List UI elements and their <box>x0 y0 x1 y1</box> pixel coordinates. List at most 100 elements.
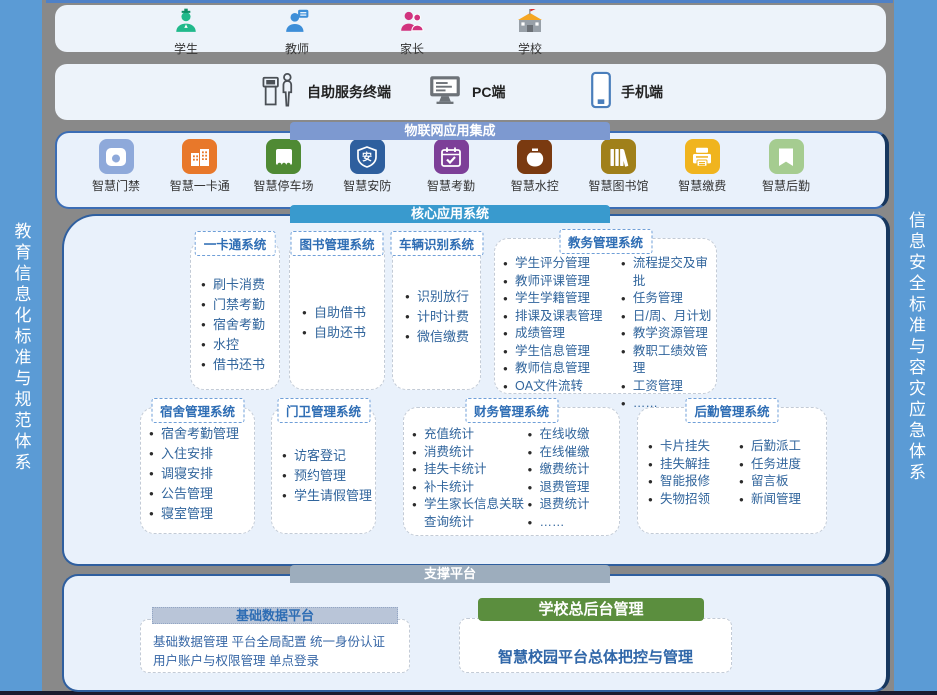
user-item-label: 家长 <box>400 40 424 57</box>
system-item: ●工资管理 <box>621 378 716 396</box>
student-icon <box>173 8 199 39</box>
terminal-item-mobile: 手机端 <box>590 64 663 120</box>
svg-text:安: 安 <box>362 150 372 163</box>
system-item: ●访客登记 <box>282 446 375 466</box>
bullet-icon: ● <box>648 438 660 456</box>
iot-item-label: 智慧水控 <box>511 177 559 194</box>
school-icon <box>516 8 544 39</box>
bullet-icon: ● <box>149 464 161 484</box>
library-icon <box>601 139 636 174</box>
bullet-icon: ● <box>412 461 424 479</box>
security-icon: 安 <box>350 139 385 174</box>
bullet-icon: ● <box>201 355 213 375</box>
bullet-icon: ● <box>621 325 633 343</box>
system-item: ●新闻管理 <box>739 491 826 509</box>
system-box-one-card: 一卡通系统 ●刷卡消费●门禁考勤●宿舍考勤●水控●借书还书 <box>190 240 280 390</box>
smart-campus-architecture-diagram: 教育信息化标准与规范体系 信息安全标准与容灾应急体系 学生 教师 家长 <box>0 0 937 695</box>
system-item: ●寝室管理 <box>149 504 254 524</box>
bullet-icon: ● <box>527 514 539 532</box>
system-item-list: ●在线收缴●在线催缴●缴费统计●退费管理●退费统计●…… <box>527 426 619 531</box>
iot-item-library: 智慧图书馆 <box>584 139 654 194</box>
bullet-icon: ● <box>503 378 515 396</box>
system-item: ●宿舍考勤管理 <box>149 424 254 444</box>
system-box-title: 车辆识别系统 <box>390 231 483 256</box>
system-item: ●学生请假管理 <box>282 486 375 506</box>
iot-item-water: 智慧水控 <box>500 139 570 194</box>
system-box-title: 教务管理系统 <box>559 229 652 254</box>
system-box-logistics: 后勤管理系统 ●卡片挂失●挂失解挂●智能报修●失物招领 ●后勤派工●任务进度●留… <box>637 407 827 534</box>
bullet-icon: ● <box>405 287 417 307</box>
iot-item-parking: 智慧停车场 <box>249 139 319 194</box>
kiosk-icon <box>260 70 298 115</box>
iot-item-label: 智慧考勤 <box>427 177 475 194</box>
system-item-list: ●充值统计●消费统计●挂失卡统计●补卡统计●学生家长信息关联查询统计 <box>412 426 527 531</box>
terminals-panel: 自助服务终端 PC端 手机端 <box>55 64 886 120</box>
system-item: ●宿舍考勤 <box>201 315 279 335</box>
bullet-icon: ● <box>503 273 515 291</box>
iot-item-row: 智慧门禁 智慧一卡通 智慧停车场 安 智慧安防 智慧考勤 <box>57 139 883 194</box>
system-item: ●调寝安排 <box>149 464 254 484</box>
system-columns: ●卡片挂失●挂失解挂●智能报修●失物招领 ●后勤派工●任务进度●留言板●新闻管理 <box>638 408 826 508</box>
bullet-icon: ● <box>149 504 161 524</box>
system-item: ●缴费统计 <box>527 461 619 479</box>
iot-item-payment: 智慧缴费 <box>667 139 737 194</box>
system-box-title: 财务管理系统 <box>465 398 558 423</box>
system-item: ●学生评分管理 <box>503 255 621 273</box>
system-columns: ●学生评分管理●教师评课管理●学生学籍管理●排课及课表管理●成绩管理●学生信息管… <box>495 239 716 413</box>
system-item: ●在线催缴 <box>527 444 619 462</box>
system-item: ●OA文件流转 <box>503 378 621 396</box>
system-item: ●预约管理 <box>282 466 375 486</box>
system-item: ●退费统计 <box>527 496 619 514</box>
base-platform-line: 基础数据管理 平台全局配置 统一身份认证 <box>153 633 401 652</box>
logistics-icon <box>769 139 804 174</box>
system-box-title: 一卡通系统 <box>195 231 276 256</box>
system-item-list: ●流程提交及审批●任务管理●日/周、月计划●教学资源管理●教职工绩效管理●工资管… <box>621 255 716 413</box>
iot-item-label: 智慧一卡通 <box>170 177 230 194</box>
system-item: ●水控 <box>201 335 279 355</box>
iot-item-label: 智慧缴费 <box>678 177 726 194</box>
system-item: ●消费统计 <box>412 444 527 462</box>
one-card-icon <box>182 139 217 174</box>
system-item-list: ●卡片挂失●挂失解挂●智能报修●失物招领 <box>648 438 739 508</box>
bullet-icon: ● <box>621 378 633 396</box>
system-item: ●成绩管理 <box>503 325 621 343</box>
bullet-icon: ● <box>739 438 751 456</box>
bullet-icon: ● <box>503 360 515 378</box>
user-item-school: 学校 <box>499 8 561 57</box>
system-item-list: ●自助借书●自助还书 <box>290 241 384 343</box>
user-item-student: 学生 <box>155 8 217 57</box>
bullet-icon: ● <box>405 307 417 327</box>
bullet-icon: ● <box>201 275 213 295</box>
system-item: ●任务进度 <box>739 456 826 474</box>
parking-icon <box>266 139 301 174</box>
system-item: ●学生家长信息关联查询统计 <box>412 496 527 531</box>
system-item: ●…… <box>527 514 619 532</box>
water-icon <box>517 139 552 174</box>
iot-item-label: 智慧安防 <box>343 177 391 194</box>
iot-item-label: 智慧图书馆 <box>588 177 648 194</box>
terminal-item-label: 自助服务终端 <box>307 82 391 102</box>
iot-item-attendance: 智慧考勤 <box>416 139 486 194</box>
bullet-icon: ● <box>739 491 751 509</box>
right-sidebar-label: 信息安全标准与容灾应急体系 <box>907 211 924 484</box>
bullet-icon: ● <box>621 395 633 413</box>
iot-section-title: 物联网应用集成 <box>290 122 610 140</box>
iot-item-security: 安 智慧安防 <box>332 139 402 194</box>
system-item: ●教师信息管理 <box>503 360 621 378</box>
terminal-item-kiosk: 自助服务终端 <box>260 64 391 120</box>
bullet-icon: ● <box>302 303 314 323</box>
bullet-icon: ● <box>149 424 161 444</box>
system-item: ●日/周、月计划 <box>621 308 716 326</box>
left-sidebar: 教育信息化标准与规范体系 <box>0 0 42 695</box>
bullet-icon: ● <box>149 484 161 504</box>
system-item-list: ●学生评分管理●教师评课管理●学生学籍管理●排课及课表管理●成绩管理●学生信息管… <box>503 255 621 413</box>
bullet-icon: ● <box>201 335 213 355</box>
system-item: ●教学资源管理 <box>621 325 716 343</box>
system-item: ●充值统计 <box>412 426 527 444</box>
terminal-item-pc: PC端 <box>427 64 505 120</box>
bullet-icon: ● <box>412 496 424 531</box>
system-item: ●教师评课管理 <box>503 273 621 291</box>
system-item: ●排课及课表管理 <box>503 308 621 326</box>
user-item-label: 学校 <box>518 40 542 57</box>
bullet-icon: ● <box>527 426 539 444</box>
